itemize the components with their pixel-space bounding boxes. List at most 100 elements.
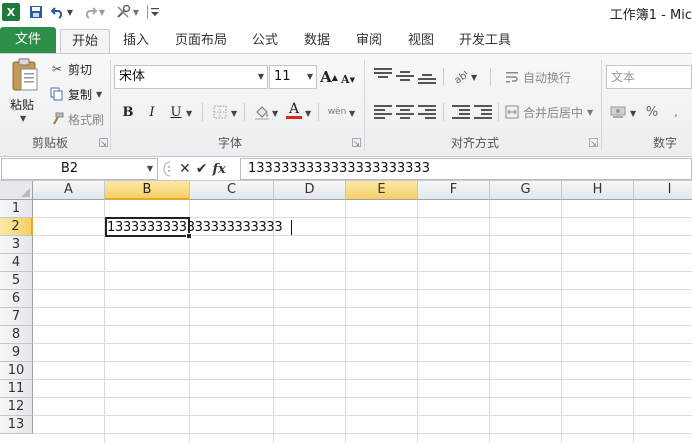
merge-center-dropdown-icon[interactable]: ▼ <box>587 108 593 117</box>
column-header-a[interactable]: A <box>33 181 105 200</box>
spreadsheet-grid[interactable]: A B C D E F G H I 1 2 3 4 5 6 7 8 9 10 1… <box>0 181 692 443</box>
column-header-g[interactable]: G <box>490 181 562 200</box>
row-header-7[interactable]: 7 <box>0 308 33 326</box>
font-launcher-icon[interactable]: ↘ <box>352 138 361 148</box>
align-top-icon[interactable] <box>374 68 392 78</box>
row-header-12[interactable]: 12 <box>0 398 33 416</box>
row-header-11[interactable]: 11 <box>0 380 33 398</box>
row-header-13[interactable]: 13 <box>0 416 33 434</box>
percent-button[interactable]: % <box>642 101 662 123</box>
italic-button[interactable]: I <box>142 101 162 123</box>
fill-color-icon[interactable] <box>252 101 272 123</box>
align-middle-icon[interactable] <box>396 71 414 81</box>
number-format-select[interactable]: 文本 <box>606 65 692 89</box>
insert-function-button[interactable]: fx <box>212 162 225 177</box>
row-header-4[interactable]: 4 <box>0 254 33 272</box>
cancel-entry-icon[interactable]: ✕ <box>179 161 191 177</box>
font-size-dropdown-icon[interactable]: ▼ <box>307 66 313 88</box>
column-header-b[interactable]: B <box>105 181 190 200</box>
tab-developer[interactable]: 开发工具 <box>452 29 518 53</box>
name-box-dropdown-icon[interactable]: ▼ <box>147 159 153 179</box>
copy-dropdown-icon[interactable]: ▼ <box>96 90 102 99</box>
formula-input[interactable]: 1333333333333333333333 <box>240 158 692 180</box>
comma-style-button[interactable]: , <box>666 101 686 123</box>
row-header-2[interactable]: 2 <box>0 218 33 236</box>
decrease-indent-icon[interactable] <box>452 105 470 119</box>
gridline <box>33 325 692 326</box>
fill-color-dropdown-icon[interactable]: ▼ <box>272 109 278 118</box>
paste-dropdown-icon[interactable]: ▼ <box>20 114 26 123</box>
align-left-icon[interactable] <box>374 105 392 119</box>
paste-icon[interactable] <box>10 58 40 94</box>
redo-dropdown-icon[interactable]: ▼ <box>98 3 106 21</box>
format-painter-button[interactable]: 格式刷 <box>50 110 104 128</box>
grow-font-button[interactable]: A ▲ <box>320 66 338 88</box>
tab-review[interactable]: 审阅 <box>346 29 392 53</box>
undo-dropdown-icon[interactable]: ▼ <box>66 3 74 21</box>
align-bottom-icon[interactable] <box>418 74 436 84</box>
font-separator <box>318 103 319 121</box>
row-header-8[interactable]: 8 <box>0 326 33 344</box>
font-name-select[interactable]: 宋体 ▼ <box>114 65 268 89</box>
font-name-dropdown-icon[interactable]: ▼ <box>258 66 264 88</box>
formula-bar-grip-icon[interactable] <box>162 161 174 177</box>
borders-dropdown-icon[interactable]: ▼ <box>231 109 237 118</box>
shrink-font-button[interactable]: A ▼ <box>341 68 355 90</box>
tab-formulas[interactable]: 公式 <box>242 29 288 53</box>
column-header-e[interactable]: E <box>346 181 418 200</box>
column-header-h[interactable]: H <box>562 181 634 200</box>
row-header-9[interactable]: 9 <box>0 344 33 362</box>
tab-data[interactable]: 数据 <box>294 29 340 53</box>
tools-icon[interactable] <box>114 3 132 21</box>
phonetic-button[interactable]: wén <box>326 101 348 123</box>
save-icon[interactable] <box>28 3 44 21</box>
tools-dropdown-icon[interactable]: ▼ <box>132 3 140 21</box>
row-header-5[interactable]: 5 <box>0 272 33 290</box>
redo-icon[interactable] <box>82 3 98 21</box>
tab-home[interactable]: 开始 <box>60 29 110 53</box>
underline-button[interactable]: U <box>166 101 186 123</box>
enter-entry-icon[interactable]: ✔ <box>196 161 208 177</box>
cut-button[interactable]: ✂ 剪切 <box>50 60 92 78</box>
bold-button[interactable]: B <box>118 101 138 123</box>
row-header-1[interactable]: 1 <box>0 200 33 218</box>
underline-dropdown-icon[interactable]: ▼ <box>186 109 192 118</box>
currency-icon[interactable] <box>608 101 628 123</box>
copy-button[interactable]: 复制 ▼ <box>50 85 102 103</box>
customize-quick-access-icon[interactable] <box>150 3 160 21</box>
tab-page-layout[interactable]: 页面布局 <box>168 29 234 53</box>
tab-view[interactable]: 视图 <box>398 29 444 53</box>
undo-icon[interactable] <box>50 3 66 21</box>
name-box[interactable]: B2 ▼ <box>1 158 158 180</box>
group-separator <box>601 60 602 150</box>
paste-button[interactable]: 粘贴 <box>10 96 34 113</box>
alignment-launcher-icon[interactable]: ↘ <box>589 138 598 148</box>
tab-insert[interactable]: 插入 <box>112 29 160 53</box>
font-color-dropdown-icon[interactable]: ▼ <box>305 109 311 118</box>
font-color-button[interactable]: A <box>284 99 304 121</box>
merge-center-button[interactable]: 合并后居中 ▼ <box>505 103 593 121</box>
column-header-i[interactable]: I <box>634 181 692 200</box>
align-right-icon[interactable] <box>418 105 436 119</box>
column-header-f[interactable]: F <box>418 181 490 200</box>
orientation-dropdown-icon[interactable]: ▼ <box>471 73 477 82</box>
cell-b2-text[interactable]: 1333333333333333333333 <box>107 219 283 236</box>
orientation-icon[interactable]: ab <box>450 65 470 87</box>
align-center-icon[interactable] <box>396 105 414 119</box>
row-header-6[interactable]: 6 <box>0 290 33 308</box>
increase-indent-icon[interactable] <box>474 105 492 119</box>
borders-icon[interactable] <box>210 101 230 123</box>
clipboard-launcher-icon[interactable]: ↘ <box>99 138 108 148</box>
wrap-text-button[interactable]: 自动换行 <box>505 68 571 86</box>
column-header-c[interactable]: C <box>190 181 274 200</box>
tab-file[interactable]: 文件 <box>0 27 56 53</box>
currency-dropdown-icon[interactable]: ▼ <box>630 109 636 118</box>
phonetic-dropdown-icon[interactable]: ▼ <box>349 109 355 118</box>
select-all-button[interactable] <box>0 181 33 200</box>
row-header-3[interactable]: 3 <box>0 236 33 254</box>
grow-arrow-icon: ▲ <box>331 72 338 82</box>
excel-app-icon[interactable]: X <box>2 3 20 21</box>
column-header-d[interactable]: D <box>274 181 346 200</box>
font-size-select[interactable]: 11 ▼ <box>269 65 317 89</box>
row-header-10[interactable]: 10 <box>0 362 33 380</box>
